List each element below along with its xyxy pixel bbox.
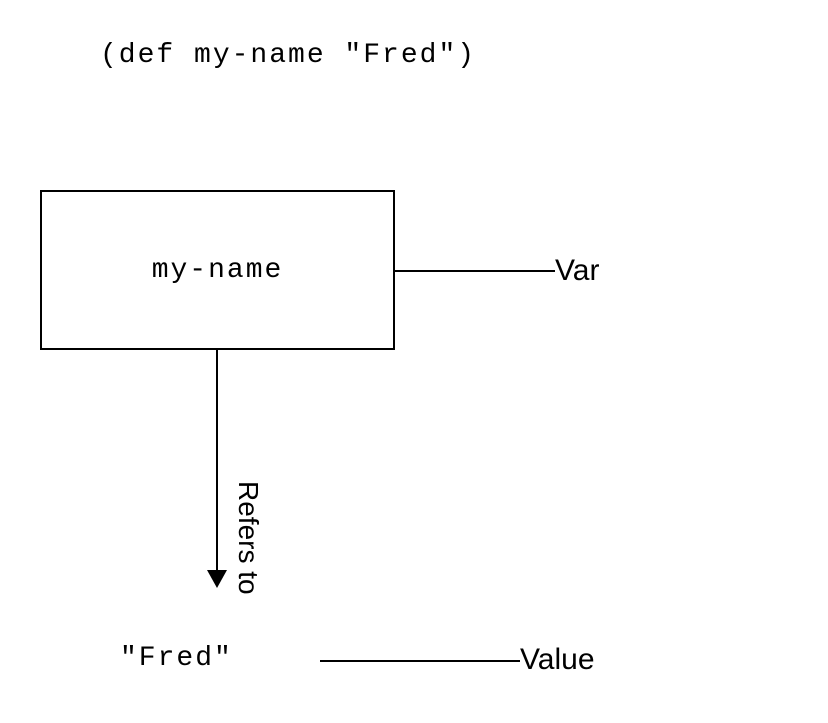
refers-to-label: Refers to: [232, 481, 264, 595]
var-box: my-name: [40, 190, 395, 350]
value-connector-line: [320, 660, 520, 662]
var-connector-line: [395, 270, 555, 272]
refers-arrow-line: [216, 350, 218, 580]
code-expression: (def my-name "Fred"): [100, 40, 476, 71]
var-label: Var: [555, 254, 599, 288]
var-box-text: my-name: [152, 255, 284, 286]
refers-arrow-head: [207, 570, 227, 588]
value-label: Value: [520, 643, 595, 677]
value-text: "Fred": [120, 643, 233, 674]
